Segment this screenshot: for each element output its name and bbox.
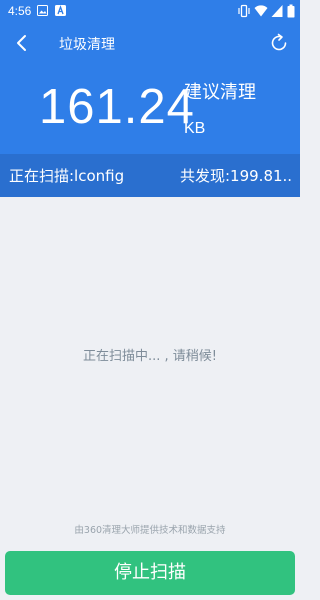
- junk-size-value: 161.24: [39, 80, 195, 134]
- scan-current-path: 正在扫描:lconfig: [9, 167, 125, 185]
- app-notification-icon: [55, 5, 66, 16]
- status-bar: 4:56: [0, 0, 300, 23]
- battery-icon: [287, 4, 295, 18]
- refresh-icon[interactable]: [268, 32, 290, 54]
- cell-signal-icon: [271, 5, 283, 17]
- image-notification-icon: [37, 5, 48, 16]
- scanning-message: 正在扫描中... , 请稍候!: [82, 349, 217, 364]
- page-title: 垃圾清理: [59, 37, 115, 53]
- wifi-icon: [254, 5, 268, 17]
- junk-size-unit: KB: [184, 120, 206, 137]
- app-header: 垃圾清理: [0, 23, 300, 65]
- stop-scan-button[interactable]: 停止扫描: [5, 551, 295, 595]
- junk-size-summary: 161.24 建议清理 KB: [0, 65, 300, 154]
- junk-cleaner-screen: 4:56 垃圾清理 161.24 建议清理 KB 正在扫描:lconfig 共发…: [0, 0, 300, 600]
- scan-status-strip: 正在扫描:lconfig 共发现:199.81..: [0, 154, 300, 197]
- suggest-clean-label: 建议清理: [184, 82, 256, 103]
- provider-credit: 由360清理大师提供技术和数据支持: [74, 525, 226, 536]
- scan-found-total: 共发现:199.81..: [180, 167, 293, 185]
- chevron-left-icon[interactable]: [12, 33, 32, 53]
- status-time: 4:56: [8, 4, 32, 18]
- vibrate-icon: [238, 4, 250, 18]
